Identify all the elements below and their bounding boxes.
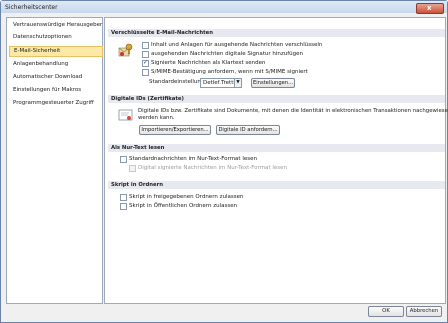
add-signature-label: ausgehenden Nachrichten digitale Signatu… [151, 51, 304, 57]
sidebar-item-programmatic-access[interactable]: Programmgesteuerter Zugriff [9, 99, 103, 108]
script-shared-folders-label: Skript in freigegebenen Ordnern zulassen [129, 194, 244, 200]
read-signed-plain-text-checkbox[interactable] [129, 165, 136, 172]
ok-button[interactable]: OK [368, 306, 404, 317]
import-export-button[interactable]: Importieren/Exportieren... [139, 125, 211, 135]
cleartext-signed-checkbox[interactable] [142, 59, 149, 67]
section-header-script-folders: Skript in Ordnern [108, 181, 445, 189]
digital-ids-description-line2: werden kann. [138, 115, 175, 121]
sidebar-item-trusted-publishers[interactable]: Vertrauenswürdige Herausgeber [9, 21, 103, 30]
digital-ids-description-line1: Digitale IDs bzw. Zertifikate sind Dokum… [138, 108, 448, 114]
close-icon: x [427, 4, 432, 12]
title-bar[interactable]: Sicherheitscenter x [1, 1, 447, 14]
window-title: Sicherheitscenter [5, 4, 58, 11]
section-header-encrypted-email: Verschlüsselte E-Mail-Nachrichten [108, 29, 445, 37]
dialog-body: Vertrauenswürdige Herausgeber Datenschut… [4, 14, 448, 320]
script-public-folders-label: Skript in Öffentlichen Ordnern zulassen [129, 203, 238, 209]
sidebar-item-automatic-download[interactable]: Automatischer Download [9, 73, 103, 82]
sidebar-item-email-security[interactable]: E-Mail-Sicherheit [9, 46, 103, 57]
email-security-lock-icon [118, 42, 134, 58]
chevron-down-icon: ▼ [234, 79, 241, 87]
encrypt-content-label: Inhalt und Anlagen für ausgehende Nachri… [151, 42, 323, 48]
smime-receipt-label: S/MIME-Bestätigung anfordern, wenn mit S… [151, 69, 308, 75]
smime-receipt-checkbox[interactable] [142, 69, 149, 76]
default-setting-label: Standardeinstellung: [149, 79, 207, 85]
sidebar-item-attachment-handling[interactable]: Anlagenbehandlung [9, 60, 103, 69]
trust-center-window: Sicherheitscenter x Vertrauenswürdige He… [0, 0, 448, 323]
read-plain-text-label: Standardnachrichten im Nur-Text-Format l… [129, 156, 257, 162]
sidebar: Vertrauenswürdige Herausgeber Datenschut… [6, 17, 103, 304]
add-signature-checkbox[interactable] [142, 51, 149, 58]
script-public-folders-checkbox[interactable] [120, 203, 127, 210]
script-shared-folders-checkbox[interactable] [120, 194, 127, 201]
close-button[interactable]: x [416, 3, 444, 14]
cleartext-signed-label: Signierte Nachrichten als Klartext sende… [151, 60, 266, 66]
get-digital-id-button[interactable]: Digitale ID anfordern... [216, 125, 280, 135]
sidebar-item-privacy-options[interactable]: Datenschutzoptionen [9, 33, 103, 42]
main-panel: Verschlüsselte E-Mail-Nachrichten Inhalt… [104, 17, 448, 304]
settings-button[interactable]: Einstellungen... [251, 78, 295, 88]
read-plain-text-checkbox[interactable] [120, 156, 127, 163]
encrypt-content-checkbox[interactable] [142, 42, 149, 49]
certificate-icon [118, 108, 134, 122]
default-setting-select[interactable]: Detlef.Trettin ▼ [200, 78, 242, 88]
section-header-plain-text: Als Nur-Text lesen [108, 144, 445, 152]
section-header-digital-ids: Digitale IDs (Zertifikate) [108, 95, 445, 103]
read-signed-plain-text-label: Digital signierte Nachrichten im Nur-Tex… [138, 165, 287, 171]
cancel-button[interactable]: Abbrechen [406, 306, 442, 317]
sidebar-item-macro-settings[interactable]: Einstellungen für Makros [9, 86, 103, 95]
